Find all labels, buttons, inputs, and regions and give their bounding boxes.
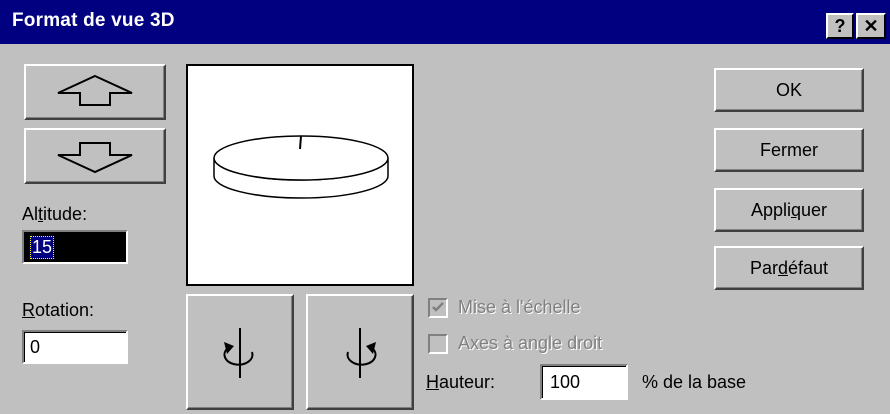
- rotation-field[interactable]: 0: [22, 330, 128, 364]
- elevation-field[interactable]: 15: [22, 230, 128, 264]
- elevation-value: 15: [30, 236, 55, 259]
- ok-label: OK: [775, 79, 802, 100]
- height-field[interactable]: 100: [540, 364, 628, 400]
- close-icon: ✕: [863, 16, 879, 36]
- pie-3d-preview-icon: [213, 135, 389, 199]
- height-label: Hauteur:: [426, 372, 496, 392]
- scale-checkbox-label: Mise à l'échelle: [458, 297, 581, 317]
- rotation-label: Rotation:: [22, 300, 95, 320]
- right-angle-axes-checkbox[interactable]: [428, 334, 448, 354]
- close-label: Fermer: [760, 139, 818, 160]
- right-angle-axes-label: Axes à angle droit: [458, 333, 603, 353]
- help-button[interactable]: ?: [826, 13, 854, 39]
- elevation-up-button[interactable]: [24, 64, 166, 120]
- arrow-up-icon: [57, 74, 133, 106]
- apply-label: Appli q uer: [750, 199, 828, 220]
- format-3d-view-dialog: Format de vue 3D ? ✕ Altitude: 15 Rotati…: [0, 0, 890, 414]
- apply-button[interactable]: Appli q uer: [714, 188, 864, 232]
- height-unit-label: % de la base: [642, 372, 747, 392]
- title-bar: Format de vue 3D ? ✕: [0, 0, 890, 44]
- close-dialog-button[interactable]: Fermer: [714, 128, 864, 172]
- default-label: Par d éfaut: [749, 257, 829, 278]
- elevation-down-button[interactable]: [24, 128, 166, 184]
- default-button[interactable]: Par d éfaut: [714, 246, 864, 290]
- rotation-value: 0: [30, 337, 41, 357]
- close-button[interactable]: ✕: [856, 13, 886, 39]
- help-icon: ?: [834, 16, 846, 36]
- rotate-left-button[interactable]: [186, 294, 294, 410]
- ok-button[interactable]: OK: [714, 68, 864, 112]
- height-value: 100: [550, 372, 581, 392]
- checkmark-icon: [432, 302, 444, 312]
- chart-preview: [186, 64, 414, 286]
- rotate-right-button[interactable]: [306, 294, 414, 410]
- dialog-title: Format de vue 3D: [12, 10, 175, 31]
- rotate-right-icon: [346, 328, 377, 378]
- elevation-label: Altitude:: [22, 204, 88, 224]
- rotate-left-icon: [223, 328, 254, 378]
- arrow-down-icon: [57, 142, 133, 174]
- scale-checkbox[interactable]: [428, 298, 448, 318]
